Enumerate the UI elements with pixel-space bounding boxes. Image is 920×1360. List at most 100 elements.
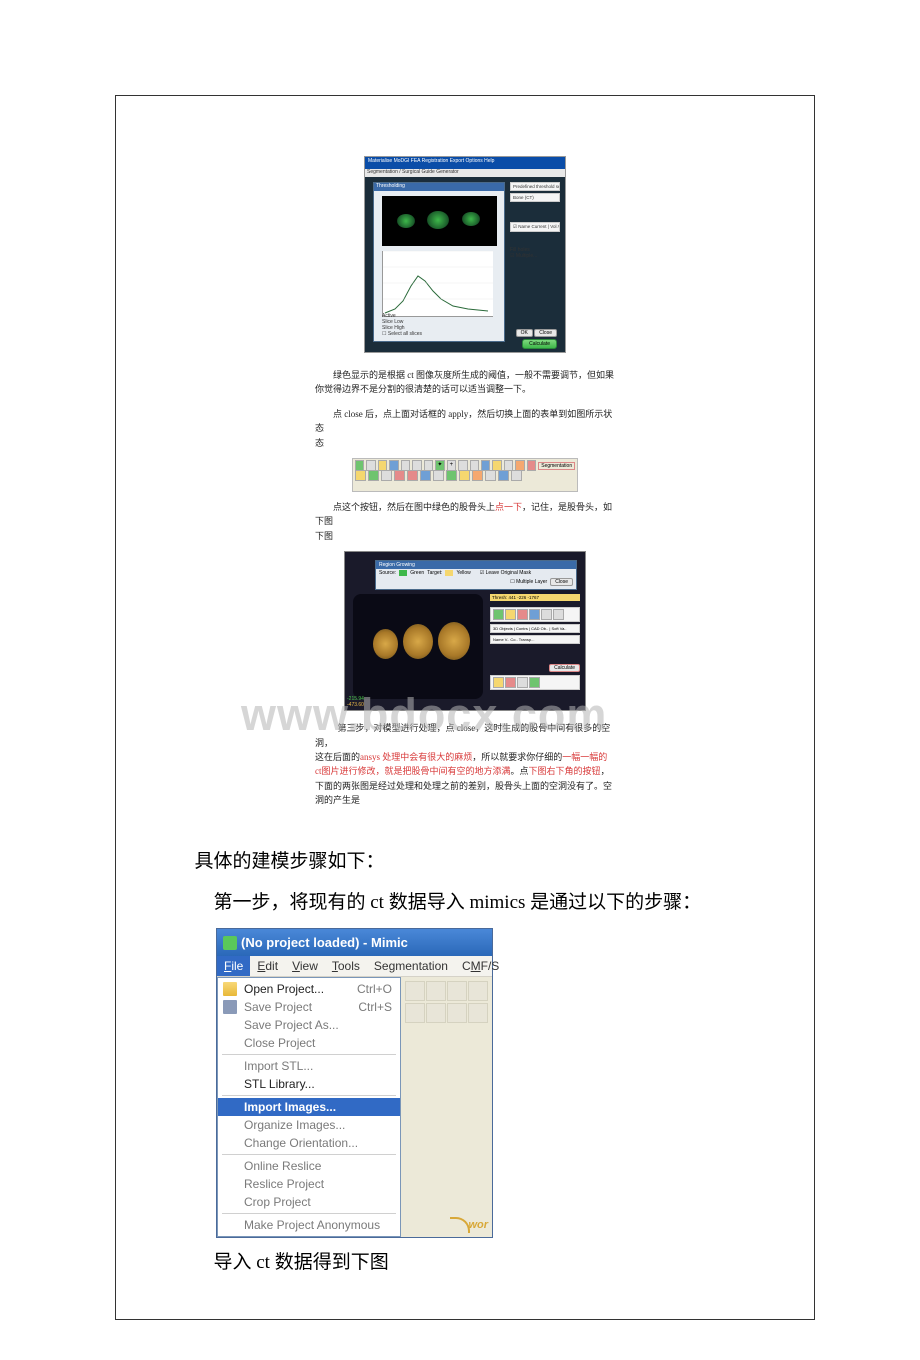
side-row-bone[interactable]: Bone (CT) <box>510 193 560 202</box>
mask-tool-icon[interactable] <box>553 609 564 620</box>
leave-original-check[interactable]: ☑ Leave Original Mask <box>480 570 531 576</box>
menu-make-anonymous[interactable]: Make Project Anonymous <box>218 1216 400 1234</box>
embedded-screenshot-region-growing: Region Growing Source: Green Target: Yel… <box>344 551 586 711</box>
menu-organize-images[interactable]: Organize Images... <box>218 1116 400 1134</box>
menu-save-shortcut: Ctrl+S <box>358 1000 392 1014</box>
histogram-chart <box>382 251 493 317</box>
menu-tools[interactable]: Tools <box>325 956 367 976</box>
menu-save-project[interactable]: Save Project Ctrl+S <box>218 998 400 1016</box>
menu-cmf[interactable]: CMF/S <box>455 956 506 976</box>
mimics-titlebar: (No project loaded) - Mimic <box>217 929 492 956</box>
action-icon[interactable] <box>517 677 528 688</box>
toolbar-icon[interactable] <box>433 470 444 481</box>
toolbar-icon[interactable] <box>459 470 470 481</box>
source-color-swatch <box>399 570 407 576</box>
coord-y: -473.60 <box>347 702 364 708</box>
mimics-app-icon <box>223 936 237 950</box>
toolbar-icon[interactable] <box>368 470 379 481</box>
menu-import-images[interactable]: Import Images... <box>218 1098 400 1116</box>
mask-tool-icon[interactable] <box>505 609 516 620</box>
mimics-menubar: File Edit View Tools Segmentation CMF/S <box>217 956 492 977</box>
target-value[interactable]: Yellow <box>456 570 470 576</box>
multiple-check[interactable]: ☑ Multiple... <box>510 253 560 259</box>
toolbar-icon[interactable] <box>446 470 457 481</box>
close-button[interactable]: Close <box>534 329 557 337</box>
ct-slice-view[interactable] <box>353 594 483 699</box>
emb-para-1a: 绿色显示的是根据 ct 图像灰度所生成的阈值，一般不需要调节，但如果你觉得边界不… <box>315 368 615 397</box>
action-icon[interactable] <box>493 677 504 688</box>
emb-para-2a-pre: 点这个按钮，然后在图中绿色的股骨头上 <box>333 502 495 512</box>
ct-preview <box>382 196 497 246</box>
source-value[interactable]: Green <box>410 570 424 576</box>
faded-toolbar-row2 <box>405 1003 488 1023</box>
coordinate-readout: -215.94 -473.60 <box>347 696 364 708</box>
toolbar-icon[interactable] <box>485 470 496 481</box>
region-growing-title: Region Growing <box>376 561 576 569</box>
select-all-check[interactable]: ☐ Select all slices <box>382 331 422 337</box>
menu-stl-library[interactable]: STL Library... <box>218 1075 400 1093</box>
menu-separator <box>222 1154 396 1155</box>
mimics-title-text: (No project loaded) - Mimic <box>241 935 408 950</box>
mask-tool-icon[interactable] <box>493 609 504 620</box>
toolbar-icon[interactable] <box>394 470 405 481</box>
emb-p3-r3: 下图右下角的按钮 <box>529 766 601 776</box>
multiple-layer-check[interactable]: ☐ Multiple Layer <box>510 579 547 585</box>
menu-separator <box>222 1095 396 1096</box>
materialise-logo: wor <box>450 1217 488 1233</box>
target-label: Target: <box>427 570 442 576</box>
faded-tool-icon <box>468 1003 488 1023</box>
toolbar-icon[interactable] <box>498 470 509 481</box>
menu-reslice-project[interactable]: Reslice Project <box>218 1175 400 1193</box>
side-row-opts: ☑ Name Current | Vol.%... <box>510 222 560 232</box>
menu-view[interactable]: View <box>285 956 325 976</box>
green-region-1 <box>397 214 415 228</box>
toolbar-icon[interactable] <box>355 470 366 481</box>
region-calculate-button[interactable]: Calculate <box>549 664 580 672</box>
toolbar-icon[interactable] <box>511 470 522 481</box>
main-para-result: 导入 ct 数据得到下图 <box>166 1248 764 1278</box>
menu-open-shortcut: Ctrl+O <box>357 982 392 996</box>
emb-p3-c: 。点 <box>511 766 529 776</box>
menu-crop-project[interactable]: Crop Project <box>218 1193 400 1211</box>
toolbar-icon[interactable] <box>420 470 431 481</box>
emb-para-3-body: 这在后面的ansys 处理中会有很大的麻烦，所以就要求你仔细的一幅一幅的 ct图… <box>315 750 615 808</box>
emb-para-1b-tail: 态 <box>315 438 324 448</box>
menu-file[interactable]: File <box>217 956 250 976</box>
menu-save-as[interactable]: Save Project As... <box>218 1016 400 1034</box>
mask-tool-icon[interactable] <box>517 609 528 620</box>
mask-tool-icon[interactable] <box>529 609 540 620</box>
menu-segmentation[interactable]: Segmentation <box>367 956 455 976</box>
emb-toolbar: Segmentation / Surgical Guide Generator <box>365 169 565 177</box>
main-para-steps-intro: 具体的建模步骤如下： <box>166 847 764 877</box>
region-close-button[interactable]: Close <box>550 578 573 586</box>
menu-open-project[interactable]: Open Project... Ctrl+O <box>218 980 400 998</box>
faded-tool-icon <box>426 1003 446 1023</box>
action-icon[interactable] <box>529 677 540 688</box>
faded-tool-icon <box>426 981 446 1001</box>
tabs-row[interactable]: 3D Objects | Contrs | CAD Ob.. | Soft Va… <box>490 624 580 633</box>
toolbar-icon[interactable] <box>407 470 418 481</box>
toolbar-icon[interactable] <box>381 470 392 481</box>
menu-online-reslice[interactable]: Online Reslice <box>218 1157 400 1175</box>
file-dropdown-menu: Open Project... Ctrl+O Save Project Ctrl… <box>217 977 401 1237</box>
menu-close-project[interactable]: Close Project <box>218 1034 400 1052</box>
mimics-import-screenshot: (No project loaded) - Mimic File Edit Vi… <box>216 928 493 1238</box>
emb-p3-b: ，所以就要求你仔细的 <box>472 752 562 762</box>
menu-change-orientation[interactable]: Change Orientation... <box>218 1134 400 1152</box>
toolbar-icon[interactable] <box>472 470 483 481</box>
threshold-dialog: Thresholding Active <box>373 182 505 342</box>
action-icon[interactable] <box>505 677 516 688</box>
emb-p3-a: 这在后面的 <box>315 752 360 762</box>
threshold-side-panel: Predefined threshold sets Bone (CT) ☑ Na… <box>510 182 560 259</box>
ok-button[interactable]: OK <box>516 329 533 337</box>
faded-tool-icon <box>405 1003 425 1023</box>
threshold-readout: Thresh: 441 -226 -1767 <box>490 594 580 601</box>
masks-panel: Thresh: 441 -226 -1767 3D Objects | Cont… <box>490 594 580 692</box>
segmentation-tab[interactable]: Segmentation <box>538 462 575 470</box>
calculate-button[interactable]: Calculate <box>522 339 557 349</box>
menu-edit[interactable]: Edit <box>250 956 285 976</box>
menu-import-stl[interactable]: Import STL... <box>218 1057 400 1075</box>
emb-para-1b: 点 close 后，点上面对话框的 apply，然后切换上面的表单到如图所示状态 <box>315 409 612 433</box>
toolbar-icon[interactable] <box>527 460 536 471</box>
mask-tool-icon[interactable] <box>541 609 552 620</box>
